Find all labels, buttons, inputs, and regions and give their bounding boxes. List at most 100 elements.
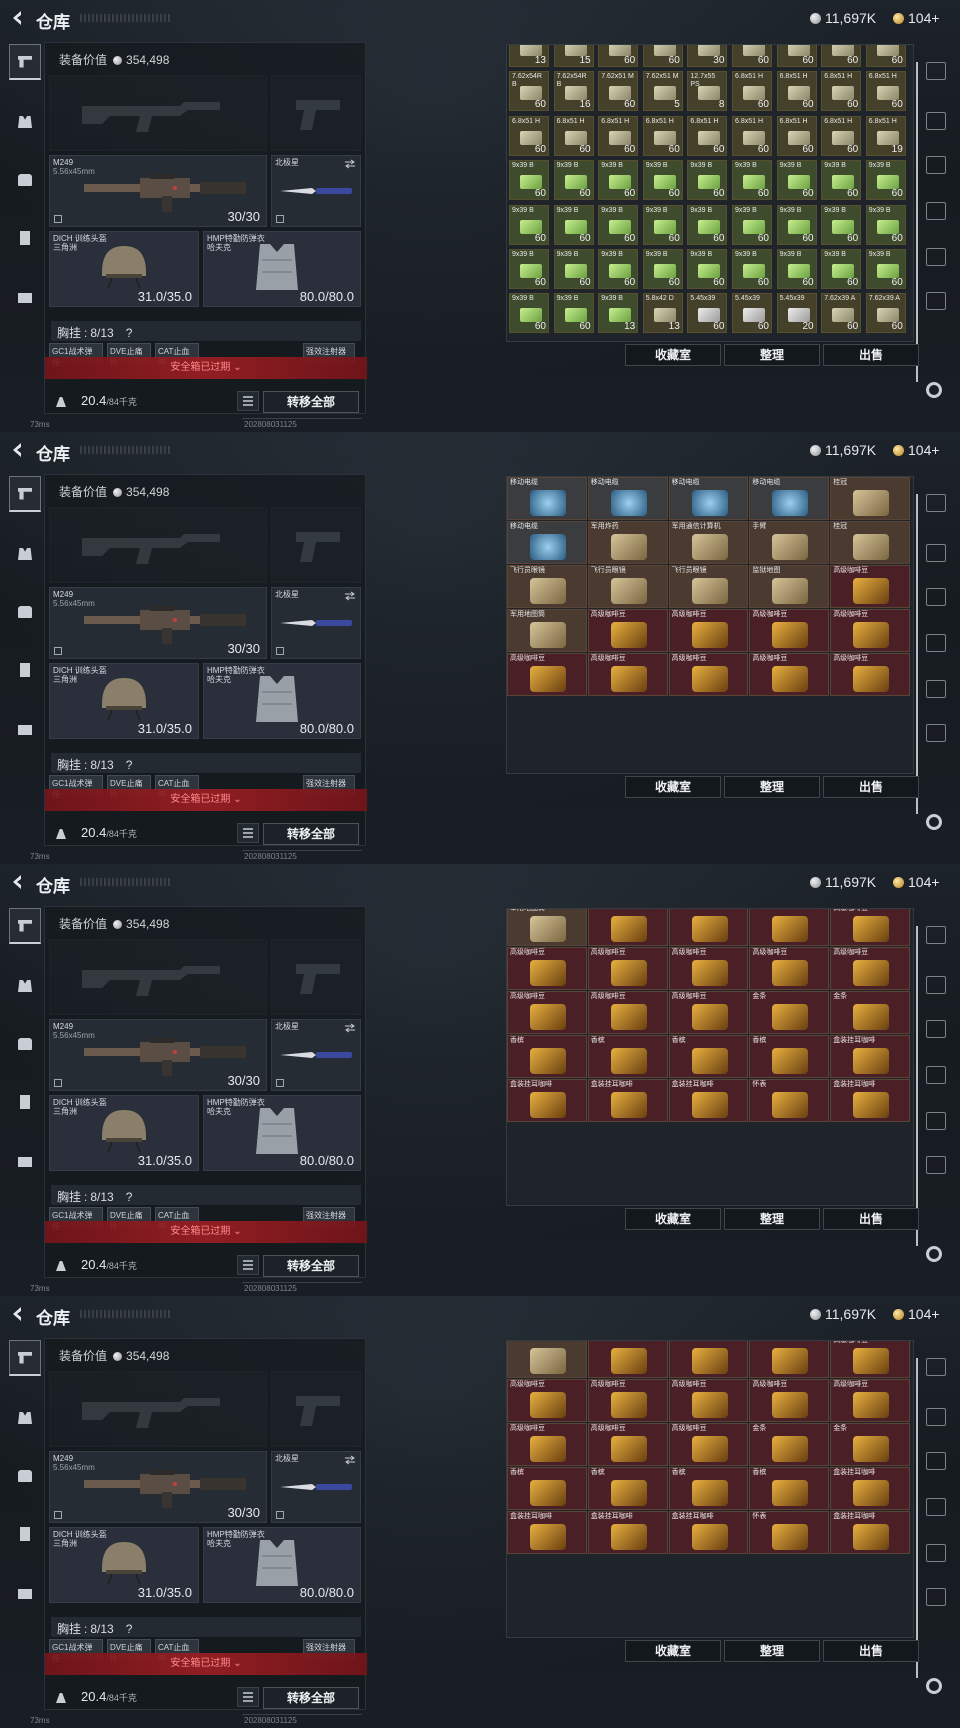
nav-vest[interactable] <box>9 968 41 1004</box>
ammo-cell[interactable]: 9x39 B 60 <box>821 249 862 289</box>
ammo-cell[interactable]: 9x39 B 60 <box>553 204 594 245</box>
list-view-button[interactable] <box>237 391 259 411</box>
item-tile[interactable]: 盒装挂耳咖啡 <box>668 1511 749 1554</box>
favorites-button[interactable]: 收藏室 <box>625 344 721 366</box>
item-tile[interactable]: 高级咖啡豆 <box>507 1379 587 1422</box>
melee-slot[interactable]: 北极星 <box>271 1019 361 1091</box>
item-tile[interactable]: 香槟 <box>749 1467 830 1510</box>
item-tile[interactable]: 高级咖啡豆 <box>668 991 749 1034</box>
ammo-cell[interactable]: 6.8x51 H 60 <box>687 115 728 156</box>
ammo-cell[interactable]: 9x39 B 60 <box>821 160 862 201</box>
storage-page-2-icon[interactable] <box>926 112 946 130</box>
ammo-cell[interactable]: 9x39 B 13 <box>598 293 639 334</box>
gold-balance[interactable]: 104+ <box>893 10 940 26</box>
help-icon[interactable]: ? <box>126 1622 133 1636</box>
ammo-cell[interactable]: 9x39 B 60 <box>509 204 549 245</box>
sell-button[interactable]: 出售 <box>823 776 919 798</box>
item-tile[interactable]: 高级咖啡豆 <box>749 1379 830 1422</box>
ammo-cell[interactable]: 6.8x51 H 60 <box>732 71 772 112</box>
transfer-all-button[interactable]: 转移全部 <box>263 1255 359 1277</box>
item-tile[interactable]: 高级咖啡豆 <box>587 609 668 652</box>
organize-button[interactable]: 整理 <box>724 1208 820 1230</box>
sell-button[interactable]: 出售 <box>823 1640 919 1662</box>
ammo-cell[interactable]: 9x39 B 60 <box>553 160 594 201</box>
back-arrow-icon[interactable] <box>10 442 24 458</box>
transfer-all-button[interactable]: 转移全部 <box>263 391 359 413</box>
ammo-cell[interactable]: 9x39 B 60 <box>732 249 772 289</box>
nav-container[interactable] <box>9 652 41 688</box>
ammo-cell[interactable]: 7.62x54R B 60 <box>509 71 549 112</box>
ammo-cell[interactable]: 6.8x51 H 60 <box>821 115 862 156</box>
coin-balance[interactable]: 11,697K <box>810 1306 876 1322</box>
ammo-cell[interactable]: 6.8x51 H 60 <box>821 71 862 112</box>
item-tile[interactable]: 高级咖啡豆 <box>668 653 749 696</box>
primary-weapon-slot[interactable]: M249 5.56x45mm 30/30 <box>49 1451 267 1523</box>
organize-button[interactable]: 整理 <box>724 344 820 366</box>
nav-case[interactable] <box>9 1144 41 1180</box>
item-tile[interactable]: 高级咖啡豆 <box>668 1423 749 1466</box>
ammo-cell[interactable]: 9x39 B 60 <box>642 249 683 289</box>
nav-backpack[interactable] <box>9 1026 41 1062</box>
item-tile[interactable]: 金条 <box>749 991 830 1034</box>
storage-page-2-icon[interactable] <box>926 976 946 994</box>
nav-case[interactable] <box>9 1576 41 1612</box>
favorites-button[interactable]: 收藏室 <box>625 1640 721 1662</box>
item-tile[interactable]: 高级咖啡豆 <box>749 653 830 696</box>
ammo-cell[interactable]: 7.62x39 A 60 <box>865 293 906 334</box>
ammo-cell[interactable]: 9x39 B 60 <box>687 160 728 201</box>
item-tile[interactable] <box>587 1341 668 1378</box>
item-tile[interactable]: 盒装挂耳咖啡 <box>830 1467 910 1510</box>
item-tile[interactable]: 监狱地图 <box>749 565 830 608</box>
nav-vest[interactable] <box>9 536 41 572</box>
ammo-cell[interactable]: 9x39 B 60 <box>509 160 549 201</box>
sell-button[interactable]: 出售 <box>823 344 919 366</box>
pistol-slot-empty[interactable] <box>271 939 361 1015</box>
item-tile[interactable]: 移动电缆 <box>668 477 749 520</box>
item-tile[interactable]: 移动电缆 <box>507 521 587 564</box>
safe-box-expired-banner[interactable]: 安全箱已过期 ⌄ <box>45 357 367 379</box>
item-tile[interactable]: 盒装挂耳咖啡 <box>507 1511 587 1554</box>
ammo-cell[interactable]: 7.62x54R B 16 <box>553 71 594 112</box>
ammo-cell[interactable]: 60 <box>821 45 862 67</box>
storage-page-1-icon[interactable] <box>926 1358 946 1376</box>
ammo-cell[interactable]: 6.8x51 H 60 <box>776 71 817 112</box>
armor-slot[interactable]: HMP特勤防弹衣 哈夫克 80.0/80.0 <box>203 231 361 307</box>
item-tile[interactable]: 飞行员眼镜 <box>587 565 668 608</box>
ammo-cell[interactable]: 9x39 B 60 <box>509 293 549 334</box>
coin-balance[interactable]: 11,697K <box>810 442 876 458</box>
item-tile[interactable]: 高级咖啡豆 <box>587 991 668 1034</box>
ammo-cell[interactable]: 9x39 B 60 <box>821 204 862 245</box>
warehouse-scrollbar[interactable] <box>916 926 918 1246</box>
ammo-cell[interactable]: 9x39 B 60 <box>732 204 772 245</box>
ammo-cell[interactable]: 6.8x51 H 60 <box>642 115 683 156</box>
back-arrow-icon[interactable] <box>10 874 24 890</box>
nav-weapons[interactable] <box>9 908 41 944</box>
ammo-cell[interactable]: 9x39 B 60 <box>865 204 906 245</box>
ammo-cell[interactable]: 9x39 B 60 <box>687 249 728 289</box>
ammo-cell[interactable]: 60 <box>776 45 817 67</box>
storage-page-5-icon[interactable] <box>926 680 946 698</box>
ammo-cell[interactable]: 12.7x55 PS 8 <box>687 71 728 112</box>
chest-rig-row[interactable]: 胸挂:8/13? <box>51 1617 361 1637</box>
pistol-slot-empty[interactable] <box>271 75 361 151</box>
safe-box-expired-banner[interactable]: 安全箱已过期 ⌄ <box>45 789 367 811</box>
pistol-slot-empty[interactable] <box>271 1371 361 1447</box>
primary-weapon-slot-empty[interactable] <box>49 1371 267 1447</box>
melee-slot[interactable]: 北极星 <box>271 587 361 659</box>
item-tile[interactable]: 盒装挂耳咖啡 <box>507 1079 587 1122</box>
item-tile[interactable]: 高级咖啡豆 <box>507 1423 587 1466</box>
primary-weapon-slot[interactable]: M249 5.56x45mm 30/30 <box>49 1019 267 1091</box>
ammo-cell[interactable]: 7.62x51 M 5 <box>642 71 683 112</box>
nav-weapons[interactable] <box>9 44 41 80</box>
item-tile[interactable]: 高级咖啡豆 <box>830 909 910 946</box>
pistol-slot-empty[interactable] <box>271 507 361 583</box>
coin-balance[interactable]: 11,697K <box>810 874 876 890</box>
storage-page-3-icon[interactable] <box>926 1452 946 1470</box>
item-tile[interactable]: 高级咖啡豆 <box>507 653 587 696</box>
storage-page-2-icon[interactable] <box>926 544 946 562</box>
storage-page-4-icon[interactable] <box>926 1498 946 1516</box>
ammo-cell[interactable]: 9x39 B 60 <box>598 249 639 289</box>
ammo-cell[interactable]: 9x39 B 60 <box>732 160 772 201</box>
item-tile[interactable] <box>749 1341 830 1378</box>
item-tile[interactable] <box>507 1341 587 1378</box>
